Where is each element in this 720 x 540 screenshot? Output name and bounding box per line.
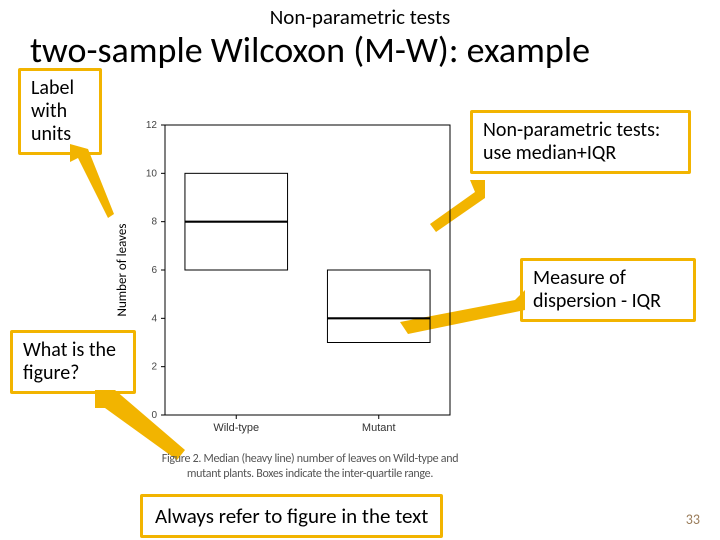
svg-text:Mutant: Mutant (362, 422, 396, 434)
svg-text:10: 10 (146, 168, 158, 179)
figure-caption: Figure 2. Median (heavy line) number of … (150, 452, 470, 482)
callout-text: Non-parametric tests: use median+IQR (483, 118, 660, 165)
svg-text:6: 6 (151, 265, 157, 276)
bottom-reference-text: Always refer to figure in the text (155, 503, 428, 529)
slide-supertitle: Non-parametric tests (0, 4, 720, 30)
svg-text:4: 4 (151, 313, 157, 324)
svg-text:0: 0 (151, 410, 157, 421)
callout-nonparametric: Non-parametric tests: use median+IQR (470, 110, 691, 174)
slide-title: two-sample Wilcoxon (M-W): example (30, 28, 590, 72)
svg-text:Wild-type: Wild-type (213, 422, 259, 434)
boxplot-chart: 0 2 4 6 8 10 12 Number of leaves Wild-type Mutant (110, 115, 460, 450)
svg-text:Number of leaves: Number of leaves (115, 224, 130, 317)
page-number: 33 (686, 511, 700, 528)
callout-text: Measure of dispersion - IQR (533, 266, 661, 313)
svg-text:2: 2 (151, 362, 157, 373)
svg-text:12: 12 (146, 120, 158, 131)
callout-label-units: Label with units (18, 68, 102, 155)
svg-text:8: 8 (151, 217, 157, 228)
callout-dispersion: Measure of dispersion - IQR (520, 258, 696, 322)
bottom-reference-box: Always refer to figure in the text (140, 494, 443, 538)
callout-text: Label with units (31, 76, 74, 146)
callout-text: What is the figure? (23, 338, 116, 385)
